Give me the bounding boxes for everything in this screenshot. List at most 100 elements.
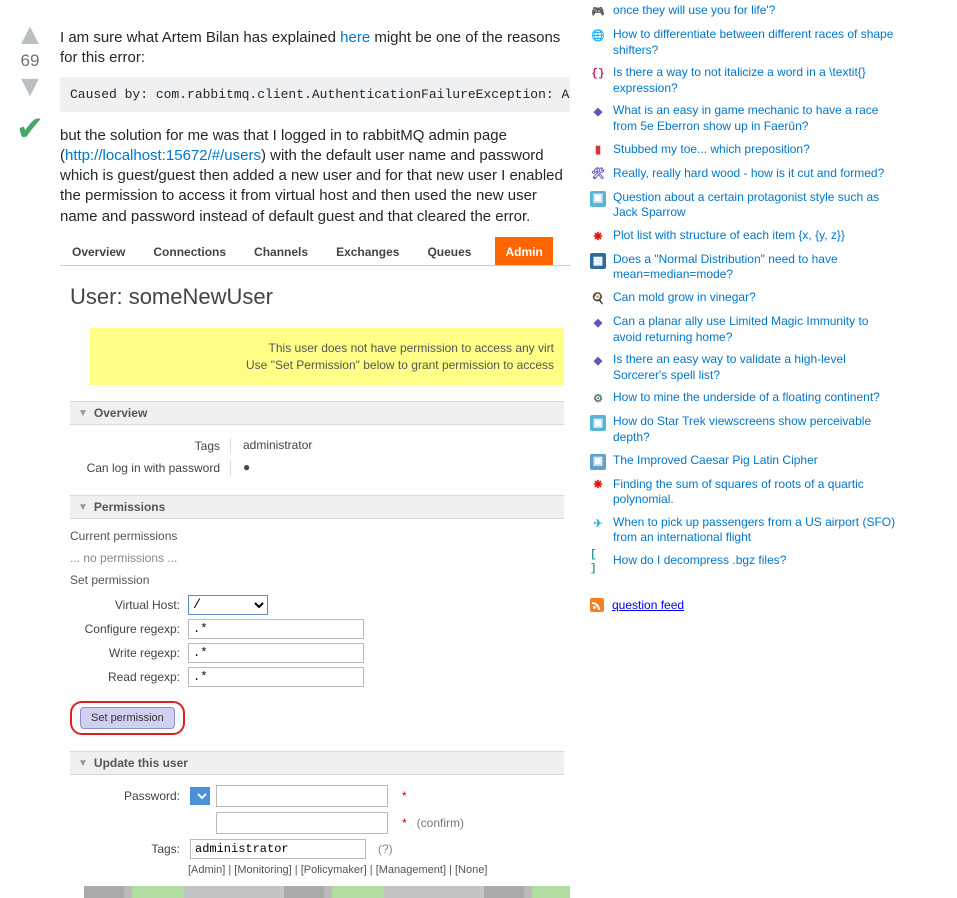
hot-question-item[interactable]: [ ] How do I decompress .bgz files? xyxy=(590,550,900,574)
tag-roles-text[interactable]: [Admin] | [Monitoring] | [Policymaker] |… xyxy=(188,864,487,876)
hot-question-link[interactable]: How to mine the underside of a floating … xyxy=(613,390,880,406)
user-heading: User: someNewUser xyxy=(70,284,564,310)
hot-question-link[interactable]: once they will use you for life'? xyxy=(613,3,775,19)
hot-question-link[interactable]: What is an easy in game mechanic to have… xyxy=(613,103,900,134)
permissions-section-header[interactable]: ▼ Permissions xyxy=(70,495,564,519)
tab-exchanges[interactable]: Exchanges xyxy=(332,237,403,265)
hot-question-item[interactable]: ▮ Stubbed my toe... which preposition? xyxy=(590,139,900,163)
downvote-button[interactable]: ▼ xyxy=(0,77,60,97)
site-icon: 🛠 xyxy=(590,167,606,183)
tags-label: Tags xyxy=(70,439,230,453)
tab-overview[interactable]: Overview xyxy=(68,237,129,265)
configure-regexp-input[interactable] xyxy=(188,619,364,639)
hot-question-item[interactable]: ❋Finding the sum of squares of roots of … xyxy=(590,474,900,512)
no-permissions-text: ... no permissions ... xyxy=(70,551,564,565)
hot-question-link[interactable]: Can mold grow in vinegar? xyxy=(613,290,756,306)
hot-question-item[interactable]: ⚙ How to mine the underside of a floating… xyxy=(590,387,900,411)
configure-regexp-label: Configure regexp: xyxy=(70,622,188,636)
hot-question-link[interactable]: How do I decompress .bgz files? xyxy=(613,553,786,569)
tags-help-icon[interactable]: (?) xyxy=(372,842,393,856)
site-icon: 🎮 xyxy=(590,4,606,20)
answer-solution: but the solution for me was that I logge… xyxy=(60,126,570,227)
upvote-button[interactable]: ▲ xyxy=(0,25,60,45)
password-input[interactable] xyxy=(216,785,388,807)
tag-role-links[interactable]: [Admin] | [Monitoring] | [Policymaker] |… xyxy=(70,864,564,876)
feed-text[interactable]: question feed xyxy=(612,598,684,612)
hot-question-item[interactable]: ▦ Does a "Normal Distribution" need to ha… xyxy=(590,249,900,287)
hot-question-item[interactable]: {}Is there a way to not italicize a word… xyxy=(590,62,900,100)
overview-section-header[interactable]: ▼ Overview xyxy=(70,401,564,425)
site-icon: ▦ xyxy=(590,253,606,269)
rabbit-tabs: Overview Connections Channels Exchanges … xyxy=(60,237,570,266)
hot-question-item[interactable]: 🍳 Can mold grow in vinegar? xyxy=(590,287,900,311)
hot-question-link[interactable]: Finding the sum of squares of roots of a… xyxy=(613,477,900,508)
site-icon: ▣ xyxy=(590,415,606,431)
vote-count: 69 xyxy=(0,51,60,71)
localhost-link[interactable]: http://localhost:15672/#/users xyxy=(65,147,261,164)
hot-question-link[interactable]: Can a planar ally use Limited Magic Immu… xyxy=(613,314,900,345)
error-code-block[interactable]: Caused by: com.rabbitmq.client.Authentic… xyxy=(60,77,570,112)
user-label: User: xyxy=(70,284,123,309)
hot-question-item[interactable]: 🌐 How to differentiate between different … xyxy=(590,24,900,62)
hot-question-link[interactable]: The Improved Caesar Pig Latin Cipher xyxy=(613,453,818,469)
hot-question-link[interactable]: How to differentiate between different r… xyxy=(613,27,900,58)
tags-input-label: Tags: xyxy=(70,842,184,856)
hot-question-link[interactable]: Plot list with structure of each item {x… xyxy=(613,228,845,244)
cropped-footer xyxy=(84,886,570,898)
set-permission-heading: Set permission xyxy=(70,573,564,587)
rabbitmq-admin-panel: Overview Connections Channels Exchanges … xyxy=(60,237,570,883)
hot-question-link[interactable]: Is there an easy way to validate a high-… xyxy=(613,352,900,383)
hot-question-item[interactable]: ▣ Question about a certain protagonist st… xyxy=(590,187,900,225)
password-type-select[interactable] xyxy=(190,787,210,805)
update-user-section-header[interactable]: ▼ Update this user xyxy=(70,751,564,775)
hot-question-item[interactable]: ▣The Improved Caesar Pig Latin Cipher xyxy=(590,450,900,474)
hot-question-link[interactable]: Is there a way to not italicize a word i… xyxy=(613,65,900,96)
write-regexp-label: Write regexp: xyxy=(70,646,188,660)
site-icon: ◆ xyxy=(590,104,606,120)
collapse-icon: ▼ xyxy=(78,408,88,419)
hot-question-link[interactable]: Stubbed my toe... which preposition? xyxy=(613,142,810,158)
hot-question-link[interactable]: Does a "Normal Distribution" need to hav… xyxy=(613,252,900,283)
hot-question-item[interactable]: ▣ How do Star Trek viewscreens show perce… xyxy=(590,411,900,449)
here-link[interactable]: here xyxy=(340,29,370,46)
hot-question-item[interactable]: ◆ What is an easy in game mechanic to hav… xyxy=(590,100,900,138)
hot-question-item[interactable]: ◆ Is there an easy way to validate a high… xyxy=(590,349,900,387)
write-regexp-input[interactable] xyxy=(188,643,364,663)
hot-question-item[interactable]: 🛠 Really, really hard wood - how is it cu… xyxy=(590,163,900,187)
vhost-label: Virtual Host: xyxy=(70,598,188,612)
tab-channels[interactable]: Channels xyxy=(250,237,312,265)
permission-warning-banner: This user does not have permission to ac… xyxy=(90,328,564,386)
site-icon: 🍳 xyxy=(590,291,606,307)
hot-question-link[interactable]: When to pick up passengers from a US air… xyxy=(613,515,900,546)
site-icon: ▣ xyxy=(590,191,606,207)
site-icon: 🌐 xyxy=(590,28,606,44)
highlight-annotation: Set permission xyxy=(70,701,185,735)
login-label: Can log in with password xyxy=(70,461,230,475)
hot-question-item[interactable]: 🎮 once they will use you for life'? xyxy=(590,0,900,24)
hot-question-link[interactable]: How do Star Trek viewscreens show percei… xyxy=(613,414,900,445)
tags-input[interactable] xyxy=(190,839,366,859)
tab-connections[interactable]: Connections xyxy=(149,237,230,265)
question-feed-link[interactable]: question feed xyxy=(590,598,900,612)
hot-question-item[interactable]: ✈When to pick up passengers from a US ai… xyxy=(590,512,900,550)
site-icon: ▮ xyxy=(590,143,606,159)
virtual-host-select[interactable]: / xyxy=(188,595,268,615)
site-icon: [ ] xyxy=(590,554,606,570)
hot-question-item[interactable]: ❋Plot list with structure of each item {… xyxy=(590,225,900,249)
read-regexp-input[interactable] xyxy=(188,667,364,687)
site-icon: ◆ xyxy=(590,353,606,369)
required-asterisk: * xyxy=(394,789,407,803)
confirm-label: (confirm) xyxy=(413,816,464,830)
hot-question-item[interactable]: ◆Can a planar ally use Limited Magic Imm… xyxy=(590,311,900,349)
set-permission-button[interactable]: Set permission xyxy=(80,707,175,729)
current-permissions-heading: Current permissions xyxy=(70,529,564,543)
hot-question-link[interactable]: Really, really hard wood - how is it cut… xyxy=(613,166,884,182)
tab-queues[interactable]: Queues xyxy=(423,237,475,265)
tags-value: administrator xyxy=(230,438,312,454)
site-icon: ⚙ xyxy=(590,391,606,407)
hot-question-link[interactable]: Question about a certain protagonist sty… xyxy=(613,190,900,221)
tab-admin[interactable]: Admin xyxy=(495,237,552,265)
password-confirm-input[interactable] xyxy=(216,812,388,834)
password-label: Password: xyxy=(70,789,184,803)
read-regexp-label: Read regexp: xyxy=(70,670,188,684)
